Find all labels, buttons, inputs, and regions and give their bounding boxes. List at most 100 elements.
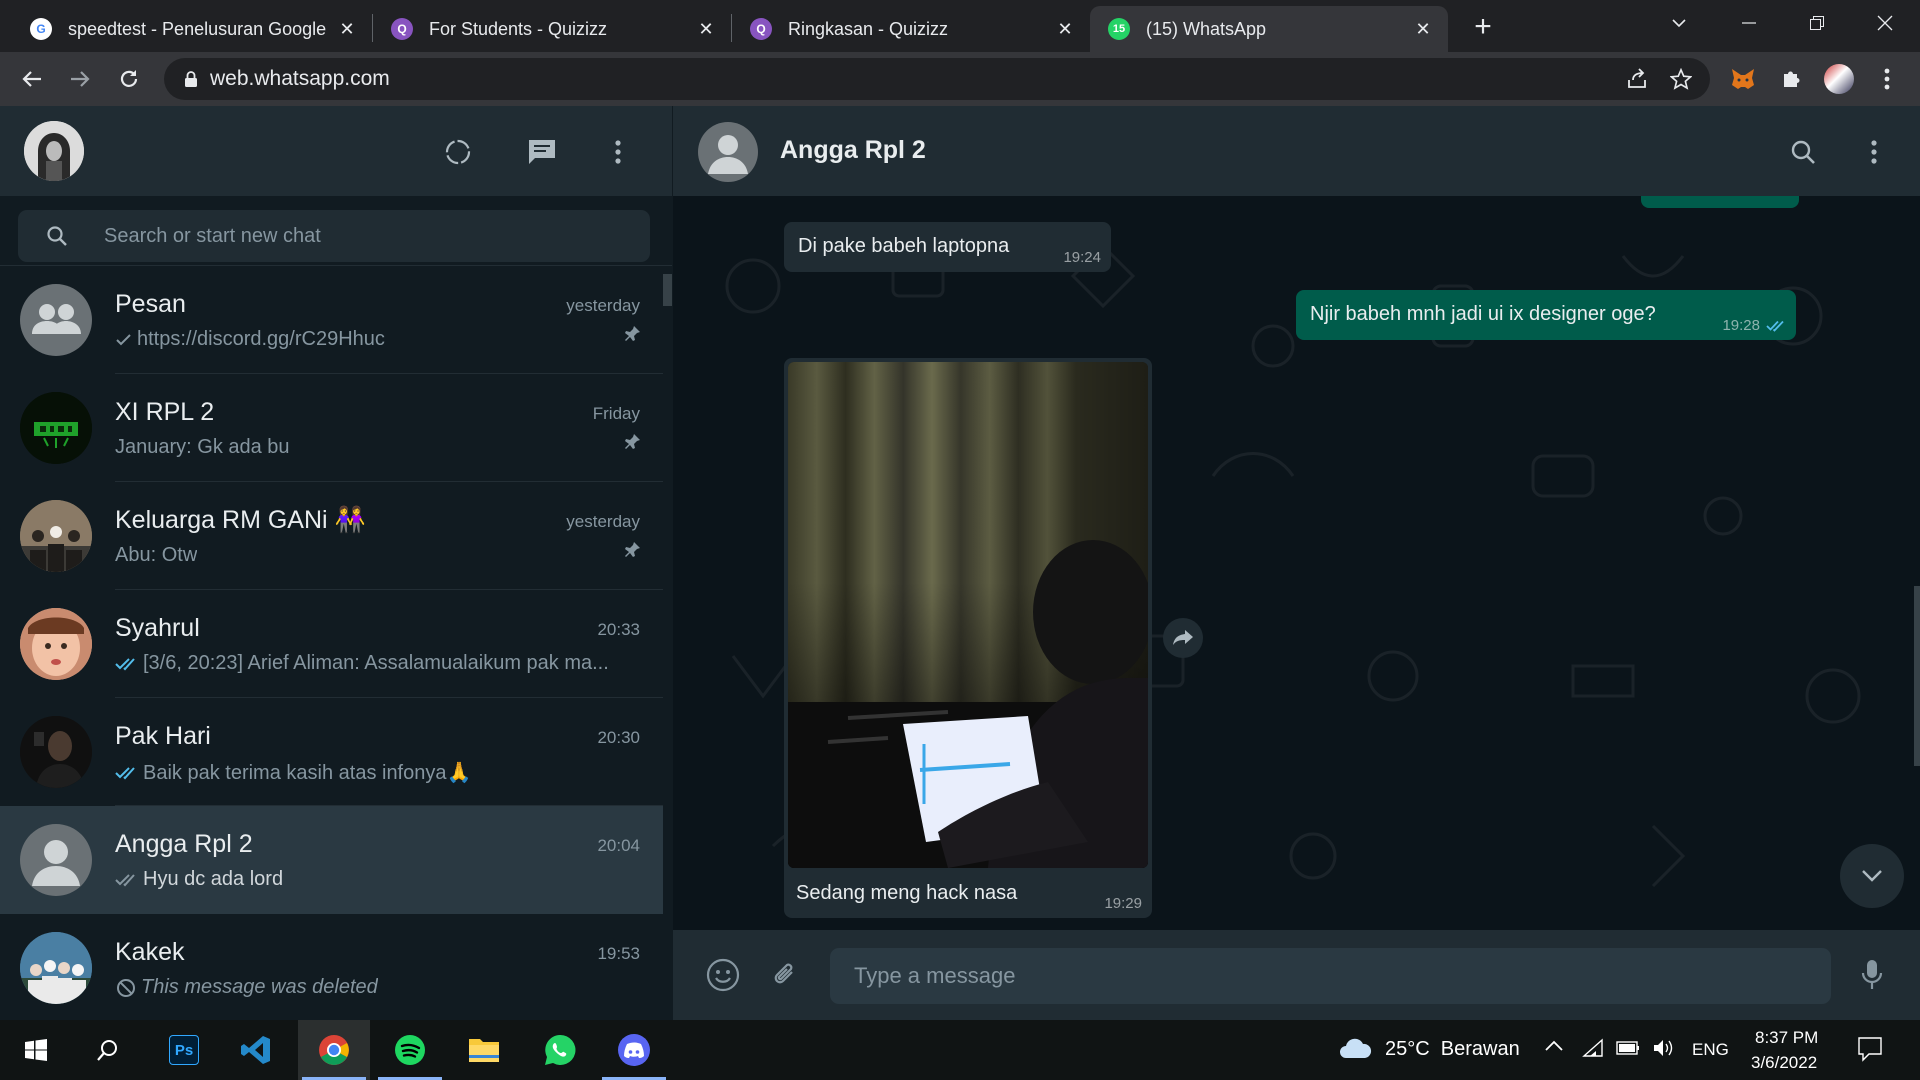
chrome-icon[interactable]: [298, 1020, 370, 1080]
conversation-scrollbar[interactable]: [1914, 586, 1920, 766]
message-outgoing[interactable]: Njir babeh mnh jadi ui ix designer oge? …: [1296, 290, 1796, 340]
chat-list: Pesan yesterday https://discord.gg/rC29H…: [0, 266, 664, 1020]
tray-expand-icon[interactable]: [1544, 1038, 1564, 1052]
chat-time: 20:33: [597, 620, 640, 639]
bookmark-star-icon[interactable]: [1666, 64, 1696, 94]
status-icon[interactable]: [438, 132, 478, 172]
contact-avatar[interactable]: [698, 122, 758, 182]
message-incoming[interactable]: Di pake babeh laptopna 19:24: [784, 222, 1111, 272]
emoji-icon[interactable]: [702, 954, 744, 996]
chat-item-xi-rpl-2[interactable]: XI RPL 2 Friday January: Gk ada bu: [0, 374, 664, 482]
new-chat-icon[interactable]: [522, 132, 562, 172]
browser-tab-bar: G speedtest - Penelusuran Google ✕ Q For…: [0, 0, 1920, 52]
back-icon[interactable]: [15, 62, 49, 96]
windows-start-icon[interactable]: [0, 1020, 72, 1080]
quizizz-icon: Q: [750, 18, 772, 40]
chat-item-pak-hari[interactable]: Pak Hari 20:30 Baik pak terima kasih ata…: [0, 698, 664, 806]
message-input[interactable]: [830, 948, 1831, 1004]
reload-icon[interactable]: [112, 62, 146, 96]
battery-icon[interactable]: [1616, 1040, 1640, 1056]
forward-icon[interactable]: [63, 62, 97, 96]
scroll-to-bottom-button[interactable]: [1840, 844, 1904, 908]
message-time-text: 19:28: [1722, 317, 1760, 334]
chat-time: 20:04: [597, 836, 640, 855]
conversation-header[interactable]: Angga Rpl 2: [673, 106, 1920, 196]
chat-time: yesterday: [566, 296, 640, 315]
scrollbar-thumb[interactable]: [663, 274, 672, 306]
lock-icon: [185, 71, 197, 87]
delivered-double-check-icon: [115, 873, 135, 886]
my-avatar[interactable]: [24, 121, 84, 181]
chat-name: XI RPL 2: [115, 398, 215, 426]
tab-search-icon[interactable]: [1644, 0, 1714, 46]
metamask-extension-icon[interactable]: [1726, 62, 1760, 96]
profile-avatar[interactable]: [1822, 62, 1856, 96]
restore-icon[interactable]: [1782, 0, 1852, 46]
photoshop-icon[interactable]: Ps: [148, 1020, 220, 1080]
contact-name[interactable]: Angga Rpl 2: [780, 136, 926, 165]
wifi-icon[interactable]: [1582, 1038, 1604, 1058]
chat-name: Syahrul: [115, 614, 200, 642]
weather-cloud-icon[interactable]: [1338, 1034, 1372, 1060]
image-caption: Sedang meng hack nasa: [796, 882, 1018, 904]
close-tab-icon[interactable]: ✕: [336, 18, 358, 40]
menu-icon[interactable]: [598, 132, 638, 172]
taskbar-search-icon[interactable]: [72, 1020, 144, 1080]
close-tab-icon[interactable]: ✕: [1054, 18, 1076, 40]
microphone-icon[interactable]: [1851, 954, 1893, 996]
tab-whatsapp[interactable]: 15 (15) WhatsApp ✕: [1090, 6, 1448, 52]
whatsapp-taskbar-icon[interactable]: [524, 1020, 596, 1080]
tab-speedtest[interactable]: G speedtest - Penelusuran Google ✕: [12, 6, 372, 52]
message-incoming-image[interactable]: Sedang meng hack nasa 19:29: [784, 358, 1152, 918]
share-icon[interactable]: [1622, 64, 1652, 94]
whatsapp-icon: 15: [1108, 18, 1130, 40]
last-message-text: Abu: Otw: [115, 544, 198, 566]
address-bar[interactable]: web.whatsapp.com: [164, 58, 1710, 100]
new-tab-button[interactable]: +: [1466, 10, 1500, 44]
volume-icon[interactable]: [1652, 1038, 1674, 1058]
search-input[interactable]: [104, 224, 624, 248]
chat-last-message: [3/6, 20:23] Arief Aliman: Assalamualaik…: [115, 652, 625, 675]
avatar: [20, 608, 92, 680]
chat-item-keluarga-rm-gani[interactable]: Keluarga RM GANi 👭 yesterday Abu: Otw: [0, 482, 664, 590]
read-double-check-icon: [1766, 320, 1784, 332]
chat-name: Pak Hari: [115, 722, 211, 750]
last-message-text: [3/6, 20:23] Arief Aliman: Assalamualaik…: [143, 652, 609, 674]
chat-name: Keluarga RM GANi 👭: [115, 506, 366, 534]
close-tab-icon[interactable]: ✕: [695, 18, 717, 40]
tab-title: speedtest - Penelusuran Google: [68, 18, 327, 39]
chat-item-pesan[interactable]: Pesan yesterday https://discord.gg/rC29H…: [0, 266, 664, 374]
chat-name: Kakek: [115, 938, 185, 966]
extensions-puzzle-icon[interactable]: [1774, 62, 1808, 96]
vscode-icon[interactable]: [220, 1020, 292, 1080]
attach-icon[interactable]: [764, 954, 806, 996]
discord-icon[interactable]: [598, 1020, 670, 1080]
message-image[interactable]: [788, 362, 1148, 868]
tab-quizizz-students[interactable]: Q For Students - Quizizz ✕: [373, 6, 731, 52]
language-indicator[interactable]: ENG: [1692, 1040, 1729, 1060]
search-box[interactable]: [18, 210, 650, 262]
chat-time: 19:53: [597, 944, 640, 963]
chat-item-kakek[interactable]: Kakek 19:53 This message was deleted: [0, 914, 664, 1020]
avatar: [20, 500, 92, 572]
weather-text[interactable]: 25°C Berawan: [1385, 1038, 1520, 1061]
search-messages-icon[interactable]: [1783, 132, 1823, 172]
browser-menu-icon[interactable]: [1870, 62, 1904, 96]
file-explorer-icon[interactable]: [448, 1020, 520, 1080]
conversation-menu-icon[interactable]: [1854, 132, 1894, 172]
forward-icon[interactable]: [1163, 618, 1203, 658]
chat-item-angga-rpl-2[interactable]: Angga Rpl 2 20:04 Hyu dc ada lord: [0, 806, 664, 914]
close-tab-icon[interactable]: ✕: [1412, 18, 1434, 40]
minimize-icon[interactable]: [1714, 0, 1784, 46]
chat-last-message: This message was deleted: [115, 976, 625, 999]
notifications-icon[interactable]: [1857, 1036, 1883, 1062]
chat-item-syahrul[interactable]: Syahrul 20:33 [3/6, 20:23] Arief Aliman:…: [0, 590, 664, 698]
tab-quizizz-ringkasan[interactable]: Q Ringkasan - Quizizz ✕: [732, 6, 1090, 52]
clock-date[interactable]: 3/6/2022: [1751, 1053, 1817, 1073]
close-window-icon[interactable]: [1850, 0, 1920, 46]
spotify-icon[interactable]: [374, 1020, 446, 1080]
last-message-text: https://discord.gg/rC29Hhuc: [137, 328, 385, 350]
chat-list-scrollbar[interactable]: [663, 266, 672, 1020]
clock-time[interactable]: 8:37 PM: [1755, 1028, 1818, 1048]
message-time-text: 19:29: [1104, 895, 1142, 912]
